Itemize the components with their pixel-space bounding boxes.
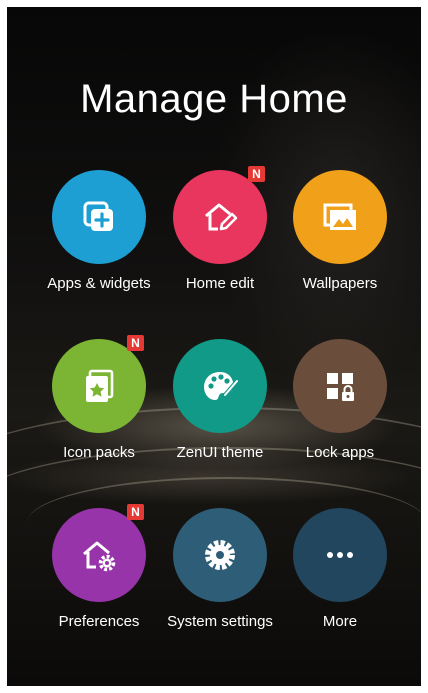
wallpapers-label: Wallpapers (302, 275, 378, 292)
more-button[interactable]: More (280, 508, 400, 642)
wallpapers-circle (293, 170, 387, 264)
lock-apps-icon (327, 373, 354, 401)
system-settings-label: System settings (167, 613, 273, 630)
zenui-theme-label: ZenUI theme (176, 444, 264, 461)
apps-widgets-icon (83, 201, 113, 231)
apps-widgets-circle (52, 170, 146, 264)
lock-apps-button[interactable]: Lock apps (280, 339, 400, 473)
preferences-circle: N (52, 504, 146, 602)
wallpapers-button[interactable]: Wallpapers (280, 170, 400, 304)
home-edit-icon (205, 203, 238, 231)
more-circle (293, 508, 387, 602)
icon-packs-button[interactable]: N Icon packs (39, 335, 159, 473)
apps-widgets-label: Apps & widgets (47, 275, 151, 292)
zenui-theme-button[interactable]: ZenUI theme (160, 339, 280, 473)
new-badge: N (127, 335, 144, 351)
home-edit-button[interactable]: N Home edit (160, 166, 280, 304)
icon-packs-circle: N (52, 335, 146, 433)
system-settings-button[interactable]: System settings (160, 508, 280, 642)
icon-packs-label: Icon packs (63, 444, 135, 461)
preferences-label: Preferences (58, 613, 140, 630)
home-edit-circle: N (173, 166, 267, 264)
new-badge: N (127, 504, 144, 520)
new-badge: N (248, 166, 265, 182)
palette-icon (204, 372, 238, 400)
apps-widgets-button[interactable]: Apps & widgets (39, 170, 159, 304)
preferences-button[interactable]: N Preferences (39, 504, 159, 642)
home-manager-screen: Manage Home Apps & widgets N Home edit W… (7, 7, 421, 686)
more-label: More (322, 613, 358, 630)
system-settings-circle (173, 508, 267, 602)
lock-apps-circle (293, 339, 387, 433)
wallpaper-icon (323, 203, 356, 230)
home-settings-icon (83, 541, 116, 572)
zenui-theme-circle (173, 339, 267, 433)
page-title: Manage Home (80, 77, 348, 121)
home-edit-label: Home edit (185, 275, 255, 292)
more-icon (327, 552, 353, 558)
icon-packs-icon (86, 369, 114, 402)
gear-icon (205, 540, 235, 570)
lock-apps-label: Lock apps (305, 444, 375, 461)
